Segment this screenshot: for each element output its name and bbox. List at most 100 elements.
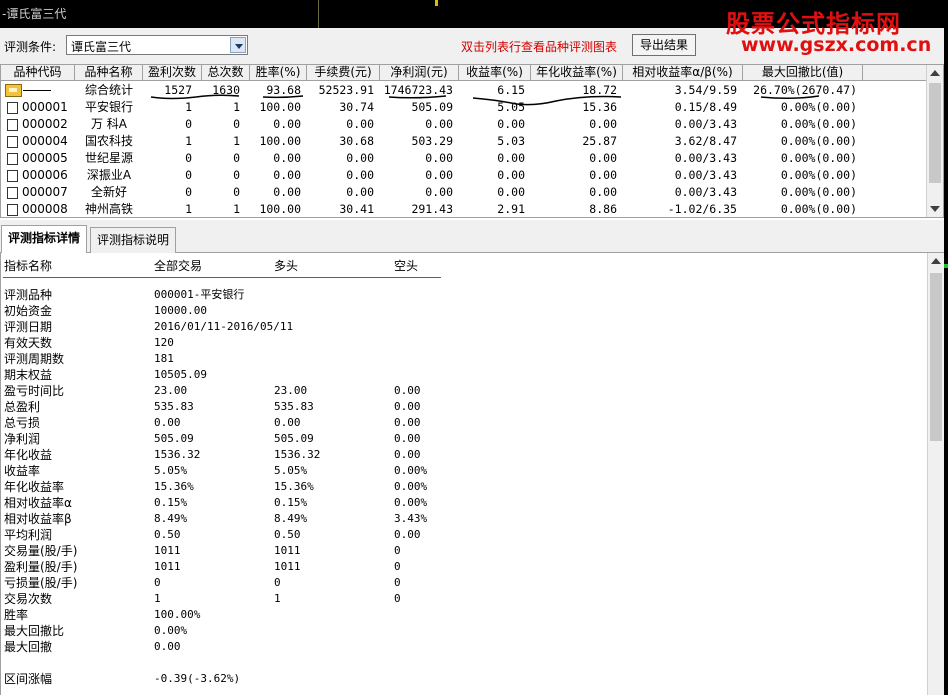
detail-row: 收益率 5.05% 5.05% 0.00% xyxy=(1,463,601,479)
scroll-thumb[interactable] xyxy=(930,273,942,441)
detail-value: 0.15% xyxy=(274,496,308,509)
table-cell: 15.36 xyxy=(582,100,617,114)
detail-value: 0.00% xyxy=(154,624,188,637)
table-row[interactable]: 000001 平安银行 1 1 100.00 30.74 505.09 5.05 15.36 0.… xyxy=(1,99,927,116)
table-row[interactable]: 000006 深振业A 0 0 0.00 0.00 0.00 0.00 0.00 0.00/3.4… xyxy=(1,167,927,184)
detail-row: 交易次数 1 1 0 xyxy=(1,591,601,607)
detail-row: 总盈利 535.83 535.83 0.00 xyxy=(1,399,601,415)
detail-value: 120 xyxy=(154,336,174,349)
detail-label: 区间涨幅 xyxy=(4,672,53,686)
detail-label: 最大回撤比 xyxy=(4,624,65,638)
edge-marker xyxy=(944,264,948,268)
table-cell: 6.15 xyxy=(497,83,525,97)
tab-detail[interactable]: 评测指标详情 xyxy=(1,225,88,253)
detail-label: 有效天数 xyxy=(4,336,53,350)
column-header[interactable]: 总次数 xyxy=(202,65,250,81)
table-cell: 0.00 xyxy=(589,117,617,131)
detail-value: 1011 xyxy=(154,544,181,557)
scroll-thumb[interactable] xyxy=(929,83,941,183)
column-header[interactable]: 品种代码 xyxy=(1,65,75,81)
scroll-up-icon[interactable] xyxy=(931,258,941,264)
detail-label: 评测周期数 xyxy=(4,352,65,366)
detail-value: 0.00% xyxy=(394,464,428,477)
detail-row: 平均利润 0.50 0.50 0.00 xyxy=(1,527,601,543)
table-cell: 52523.91 xyxy=(318,83,374,97)
table-cell: 0.00 xyxy=(425,117,453,131)
table-row[interactable]: 000004 国农科技 1 1 100.00 30.68 503.29 5.03 25.87 3.… xyxy=(1,133,927,150)
detail-value: 0.00 xyxy=(394,432,421,445)
column-header[interactable]: 年化收益率(%) xyxy=(531,65,623,81)
table-cell: 全新好 xyxy=(90,185,127,199)
table-cell: 0 xyxy=(185,185,192,199)
table-cell: 0.00 xyxy=(497,117,525,131)
table-cell: 0.00 xyxy=(589,151,617,165)
detail-row: 相对收益率β 8.49% 8.49% 3.43% xyxy=(1,511,601,527)
summary-dash xyxy=(23,90,51,91)
table-cell: 0.00%(0.00) xyxy=(780,151,857,165)
detail-row: 区间涨幅 -0.39(-3.62%) xyxy=(1,671,601,687)
condition-select[interactable]: 谭氏富三代 xyxy=(66,35,248,55)
detail-value: 0.15% xyxy=(154,496,188,509)
detail-label: 交易量(股/手) xyxy=(4,544,78,558)
column-header[interactable]: 最大回撤比(值) xyxy=(743,65,863,81)
condition-label: 评测条件: xyxy=(4,40,57,54)
detail-value: 0.00% xyxy=(394,480,428,493)
column-header[interactable]: 盈利次数 xyxy=(143,65,202,81)
table-cell: 8.86 xyxy=(589,202,617,216)
detail-label: 年化收益 xyxy=(4,448,53,462)
detail-row: 有效天数 120 xyxy=(1,335,601,351)
detail-value: 0.00% xyxy=(394,496,428,509)
table-cell: 0.00/3.43 xyxy=(674,168,737,182)
detail-value: 5.05% xyxy=(274,464,308,477)
column-header[interactable]: 相对收益率α/β(%) xyxy=(623,65,743,81)
table-cell: 神州高铁 xyxy=(84,202,133,216)
table-scrollbar[interactable] xyxy=(926,65,943,217)
table-cell: 0 xyxy=(233,117,240,131)
column-header[interactable]: 净利润(元) xyxy=(380,65,459,81)
table-cell: 1527 xyxy=(164,83,192,97)
detail-row: 最大回撤比 0.00% xyxy=(1,623,601,639)
table-row[interactable]: 000007 全新好 0 0 0.00 0.00 0.00 0.00 0.00 0.00/3.43… xyxy=(1,184,927,201)
detail-label: 总亏损 xyxy=(4,416,41,430)
table-row[interactable]: 000005 世纪星源 0 0 0.00 0.00 0.00 0.00 0.00 0.00/3.4… xyxy=(1,150,927,167)
column-header[interactable]: 手续费(元) xyxy=(307,65,380,81)
table-cell: 0.00 xyxy=(497,185,525,199)
detail-value: 535.83 xyxy=(154,400,194,413)
export-button[interactable]: 导出结果 xyxy=(632,34,696,56)
table-cell: 1 xyxy=(185,202,192,216)
scroll-down-icon[interactable] xyxy=(930,206,940,212)
detail-value: 0.50 xyxy=(154,528,181,541)
detail-label: 评测品种 xyxy=(4,288,53,302)
detail-value: 2016/01/11-2016/05/11 xyxy=(154,320,294,333)
column-header[interactable]: 收益率(%) xyxy=(459,65,531,81)
table-cell: 0.00/3.43 xyxy=(674,151,737,165)
hint-text: 双击列表行查看品种评测图表 xyxy=(461,40,618,54)
table-cell: 1 xyxy=(185,100,192,114)
table-cell: 0.00 xyxy=(497,151,525,165)
scroll-up-icon[interactable] xyxy=(930,70,940,76)
table-cell: 1 xyxy=(185,134,192,148)
detail-value: 23.00 xyxy=(274,384,308,397)
table-cell: 5.05 xyxy=(497,100,525,114)
detail-label: 总盈利 xyxy=(4,400,41,414)
table-cell: 000004 xyxy=(22,134,68,148)
column-header[interactable]: 品种名称 xyxy=(75,65,143,81)
detail-row: 评测品种 000001-平安银行 xyxy=(1,287,601,303)
table-cell: 000007 xyxy=(22,185,68,199)
detail-value: 0.00 xyxy=(394,448,421,461)
detail-value: 10000.00 xyxy=(154,304,207,317)
results-table[interactable]: 品种代码 品种名称 盈利次数 总次数 胜率(%) 手续费(元) 净利润(元) 收益率(%) 年化… xyxy=(0,64,944,218)
column-header[interactable]: 胜率(%) xyxy=(250,65,307,81)
chevron-down-icon[interactable] xyxy=(230,37,246,53)
detail-value: 0.00 xyxy=(394,528,421,541)
table-row[interactable]: 000002 万 科A 0 0 0.00 0.00 0.00 0.00 0.00 0.00/3.4… xyxy=(1,116,927,133)
table-row[interactable]: 000008 神州高铁 1 1 100.00 30.41 291.43 2.91 8.86 -1.… xyxy=(1,201,927,217)
detail-value: 0 xyxy=(394,560,401,573)
tab-description[interactable]: 评测指标说明 xyxy=(90,227,177,253)
detail-value: 8.49% xyxy=(274,512,308,525)
summary-row[interactable]: 综合统计 1527 1630 93.68 52523.91 1746723.43 6.15 1… xyxy=(1,82,927,99)
detail-scrollbar[interactable] xyxy=(927,253,944,695)
table-cell: 2.91 xyxy=(497,202,525,216)
table-cell: 0.00 xyxy=(589,168,617,182)
table-cell: 1 xyxy=(233,100,240,114)
